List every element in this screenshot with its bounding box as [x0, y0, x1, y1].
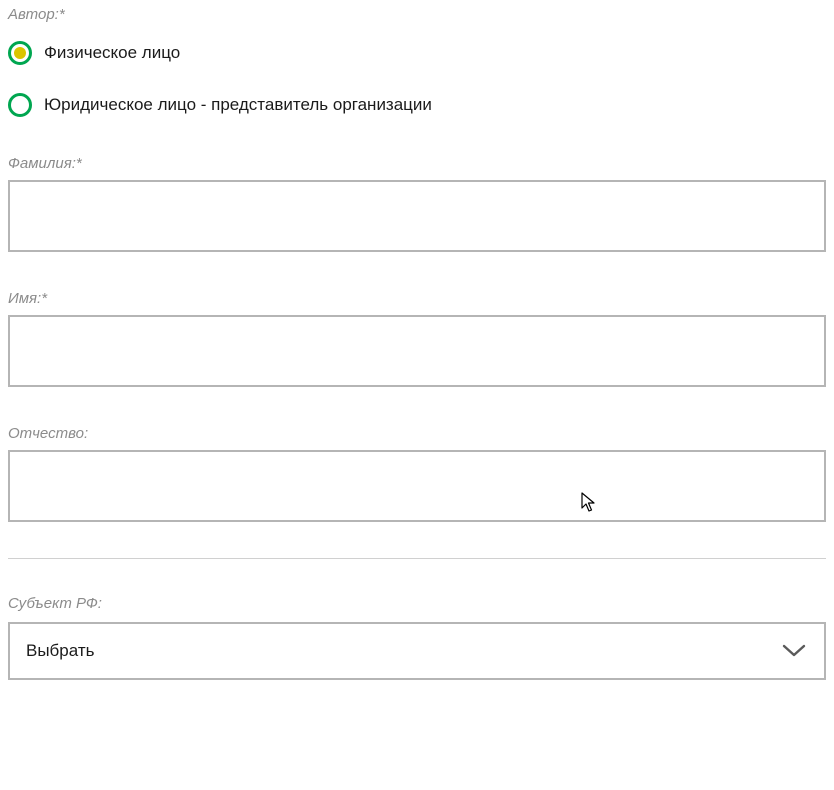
radio-unselected-icon: [8, 93, 32, 117]
region-label: Субъект РФ:: [8, 595, 826, 612]
author-label: Автор:*: [8, 6, 826, 23]
patronymic-input[interactable]: [8, 450, 826, 522]
surname-field: Фамилия:*: [8, 155, 826, 252]
radio-legal[interactable]: Юридическое лицо - представитель организ…: [8, 93, 826, 117]
name-label: Имя:*: [8, 290, 826, 307]
name-field: Имя:*: [8, 290, 826, 387]
radio-selected-icon: [8, 41, 32, 65]
radio-individual-label: Физическое лицо: [44, 43, 180, 63]
surname-input[interactable]: [8, 180, 826, 252]
author-type-radio-group: Физическое лицо Юридическое лицо - предс…: [8, 41, 826, 117]
patronymic-field: Отчество:: [8, 425, 826, 522]
region-field: Субъект РФ: Выбрать: [8, 595, 826, 680]
patronymic-label: Отчество:: [8, 425, 826, 442]
radio-legal-label: Юридическое лицо - представитель организ…: [44, 95, 432, 115]
radio-individual[interactable]: Физическое лицо: [8, 41, 826, 65]
region-select[interactable]: Выбрать: [8, 622, 826, 680]
name-input[interactable]: [8, 315, 826, 387]
chevron-down-icon: [782, 644, 806, 658]
surname-label: Фамилия:*: [8, 155, 826, 172]
region-select-text: Выбрать: [26, 641, 94, 661]
section-divider: [8, 558, 826, 559]
